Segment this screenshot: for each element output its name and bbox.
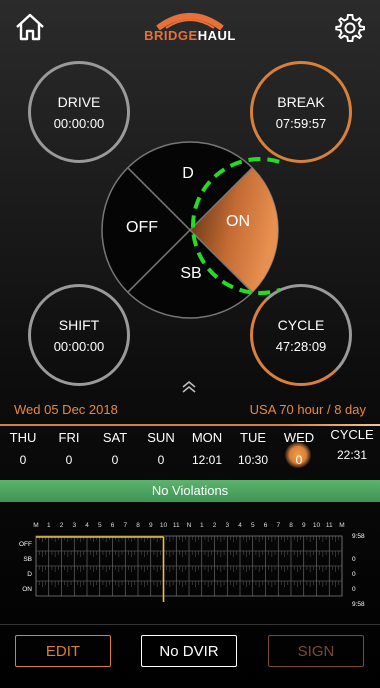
hour-label: 1 (47, 522, 51, 529)
hour-label: 10 (313, 522, 321, 529)
hour-label: M (339, 522, 344, 529)
row-total: 0 (352, 556, 356, 563)
hour-label: 11 (173, 522, 180, 529)
log-date[interactable]: Wed 05 Dec 2018 (14, 402, 118, 417)
hour-label: 11 (326, 522, 333, 529)
day-name: THU (9, 430, 37, 445)
hour-label: 9 (302, 522, 306, 529)
day-hours: 10:30 (237, 453, 269, 467)
row-total: 0 (352, 571, 356, 578)
day-hours: 0 (295, 453, 303, 467)
home-button[interactable] (14, 12, 46, 42)
hour-label: 8 (136, 522, 140, 529)
day-name: SUN (147, 430, 175, 445)
hour-label: 1 (200, 522, 204, 529)
hour-label: 7 (123, 522, 127, 529)
day-hours: 0 (19, 453, 27, 467)
break-time: 07:59:57 (275, 115, 327, 131)
day-thu[interactable]: THU 0 (0, 430, 46, 467)
log-graph[interactable]: M 1 2 3 4 5 6 7 8 9 10 11 N 1 2 3 4 5 6 7 8 9 10 11 M OFF 9:58 SB 0 D… (0, 515, 380, 613)
expand-chevron-icon[interactable] (180, 380, 198, 397)
day-fri[interactable]: FRI 0 (46, 430, 92, 467)
action-bar: EDIT No DVIR SIGN (0, 624, 380, 688)
day-hours: 0 (157, 453, 165, 467)
violations-banner[interactable]: No Violations (0, 480, 380, 502)
hour-label: 8 (289, 522, 293, 529)
cycle-total-value: 22:31 (336, 448, 368, 462)
day-hours: 0 (65, 453, 73, 467)
hour-label: 5 (251, 522, 255, 529)
day-name: FRI (58, 430, 80, 445)
hour-label: 3 (72, 522, 76, 529)
cycle-label: CYCLE (277, 316, 325, 333)
recap-days: THU 0 FRI 0 SAT 0 SUN 0 MON 12:01 TUE 10:30 WE… (0, 427, 380, 476)
day-name: TUE (240, 430, 266, 445)
hour-label: N (187, 522, 192, 529)
drive-label: DRIVE (57, 93, 101, 110)
cycle-rule[interactable]: USA 70 hour / 8 day (250, 402, 366, 417)
day-tue[interactable]: TUE 10:30 (230, 430, 276, 467)
day-sun[interactable]: SUN 0 (138, 430, 184, 467)
cycle-time: 47:28:09 (275, 338, 327, 354)
settings-button[interactable] (334, 12, 366, 44)
row-label: SB (23, 556, 32, 563)
logo-bridge-text: BRIDGE (144, 28, 198, 43)
hour-label: 2 (213, 522, 217, 529)
duty-status-dial[interactable]: D OFF ON SB (100, 140, 280, 320)
cycle-total-label: CYCLE (330, 427, 374, 442)
day-name: SAT (102, 430, 128, 445)
dial-sb-label[interactable]: SB (180, 265, 201, 282)
row-label: ON (22, 586, 32, 593)
hour-label: 10 (160, 522, 168, 529)
edit-button[interactable]: EDIT (15, 635, 111, 667)
hour-label: M (33, 522, 38, 529)
dial-d-label[interactable]: D (182, 165, 194, 182)
hour-label: 5 (98, 522, 102, 529)
day-name: WED (283, 430, 315, 445)
hour-label: 7 (276, 522, 280, 529)
row-label: OFF (19, 541, 32, 548)
row-total: 0 (352, 586, 356, 593)
hour-label: 2 (60, 522, 64, 529)
drive-time: 00:00:00 (53, 115, 105, 131)
day-hours: 12:01 (191, 453, 223, 467)
dial-on-label[interactable]: ON (226, 213, 250, 230)
day-name: MON (191, 430, 223, 445)
grand-total: 9:58 (352, 601, 365, 608)
gear-icon (335, 14, 365, 42)
break-label: BREAK (277, 93, 325, 110)
row-label: D (27, 571, 32, 578)
dvir-button[interactable]: No DVIR (141, 635, 237, 667)
day-wed[interactable]: WED 0 (276, 430, 322, 467)
date-divider (0, 424, 380, 426)
home-icon (16, 13, 44, 41)
row-total: 9:58 (352, 533, 365, 540)
app-logo: BRIDGEHAUL (140, 10, 240, 46)
day-mon[interactable]: MON 12:01 (184, 430, 230, 467)
cycle-total: CYCLE 22:31 (326, 427, 378, 462)
day-sat[interactable]: SAT 0 (92, 430, 138, 467)
day-hours: 0 (111, 453, 119, 467)
hour-label: 3 (225, 522, 229, 529)
hour-label: 6 (264, 522, 268, 529)
logo-haul-text: HAUL (197, 28, 236, 43)
hour-label: 4 (85, 522, 89, 529)
dial-off-label[interactable]: OFF (126, 219, 158, 236)
hour-label: 4 (238, 522, 242, 529)
sign-button[interactable]: SIGN (268, 635, 364, 667)
date-bar: Wed 05 Dec 2018 USA 70 hour / 8 day (0, 400, 380, 426)
shift-label: SHIFT (58, 316, 100, 333)
hour-label: 9 (149, 522, 153, 529)
shift-time: 00:00:00 (53, 338, 105, 354)
hour-label: 6 (111, 522, 115, 529)
